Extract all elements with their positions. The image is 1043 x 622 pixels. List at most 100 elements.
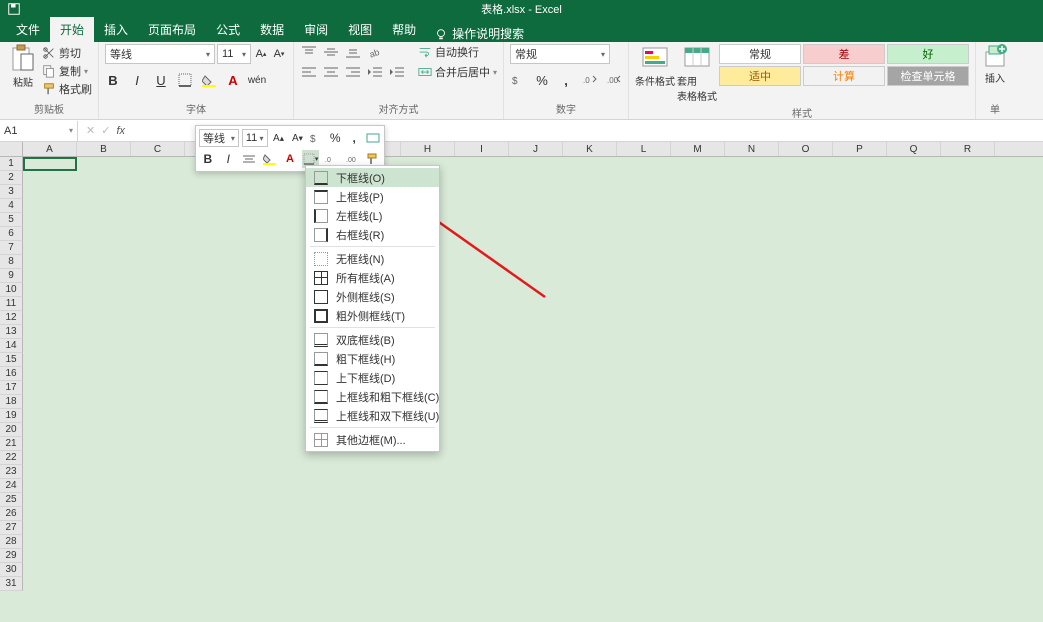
menu-top-double-bottom[interactable]: 上框线和双下框线(U) [306, 406, 439, 425]
col-header-P[interactable]: P [833, 142, 887, 156]
menu-double-bottom[interactable]: 双底框线(B) [306, 330, 439, 349]
orientation-button[interactable]: ab [366, 44, 384, 60]
align-left-button[interactable] [300, 64, 318, 80]
row-header[interactable]: 12 [0, 311, 23, 325]
conditional-format-button[interactable]: 条件格式 [635, 44, 675, 88]
menu-thick-bottom[interactable]: 粗下框线(H) [306, 349, 439, 368]
bold-button[interactable]: B [105, 72, 121, 88]
decrease-decimals-button[interactable]: .00 [606, 72, 622, 88]
row-header[interactable]: 29 [0, 549, 23, 563]
row-header[interactable]: 27 [0, 521, 23, 535]
fill-color-button[interactable] [201, 72, 217, 88]
row-header[interactable]: 20 [0, 423, 23, 437]
currency-button[interactable]: $ [510, 72, 526, 88]
comma-button[interactable]: , [558, 72, 574, 88]
name-box[interactable]: A1▾ [0, 121, 78, 141]
copy-button[interactable]: 复制▾ [42, 62, 92, 80]
mini-size-combo[interactable]: 11▾ [242, 129, 268, 147]
row-header[interactable]: 21 [0, 437, 23, 451]
tab-layout[interactable]: 页面布局 [138, 17, 206, 42]
row-header[interactable]: 4 [0, 199, 23, 213]
tab-review[interactable]: 审阅 [294, 17, 338, 42]
style-check[interactable]: 检查单元格 [887, 66, 969, 86]
style-calc[interactable]: 计算 [803, 66, 885, 86]
underline-button[interactable]: U [153, 72, 169, 88]
col-header-I[interactable]: I [455, 142, 509, 156]
select-all-corner[interactable] [0, 142, 23, 156]
align-right-button[interactable] [344, 64, 362, 80]
increase-font-button[interactable]: A▴ [253, 46, 269, 62]
row-header[interactable]: 5 [0, 213, 23, 227]
row-header[interactable]: 15 [0, 353, 23, 367]
menu-top-border[interactable]: 上框线(P) [306, 187, 439, 206]
decrease-indent-button[interactable] [366, 64, 384, 80]
col-header-J[interactable]: J [509, 142, 563, 156]
tab-home[interactable]: 开始 [50, 17, 94, 42]
font-size-combo[interactable]: 11▾ [217, 44, 251, 64]
menu-outside-borders[interactable]: 外侧框线(S) [306, 287, 439, 306]
mini-font-color-button[interactable]: A [281, 150, 299, 168]
menu-thick-outside[interactable]: 粗外侧框线(T) [306, 306, 439, 325]
col-header-O[interactable]: O [779, 142, 833, 156]
mini-fill-button[interactable] [261, 150, 279, 168]
style-good[interactable]: 好 [887, 44, 969, 64]
col-header-B[interactable]: B [77, 142, 131, 156]
col-header-A[interactable]: A [23, 142, 77, 156]
decrease-font-button[interactable]: A▾ [271, 46, 287, 62]
menu-bottom-border[interactable]: 下框线(O) [306, 168, 439, 187]
mini-percent-button[interactable]: % [327, 129, 343, 147]
border-button[interactable] [177, 72, 193, 88]
row-header[interactable]: 10 [0, 283, 23, 297]
wrap-text-button[interactable]: 自动换行 [418, 44, 497, 60]
number-format-combo[interactable]: 常规▾ [510, 44, 610, 64]
style-neutral[interactable]: 适中 [719, 66, 801, 86]
row-header[interactable]: 8 [0, 255, 23, 269]
mini-font-combo[interactable]: 等线▾ [199, 129, 239, 147]
menu-more-borders[interactable]: 其他边框(M)... [306, 430, 439, 449]
merge-center-button[interactable]: 合并后居中▾ [418, 64, 497, 80]
menu-all-borders[interactable]: 所有框线(A) [306, 268, 439, 287]
mini-currency-button[interactable]: $ [308, 129, 324, 147]
align-middle-button[interactable] [322, 44, 340, 60]
paste-button[interactable]: 粘贴 [6, 44, 40, 89]
format-painter-button[interactable]: 格式刷 [42, 80, 92, 98]
style-bad[interactable]: 差 [803, 44, 885, 64]
row-header[interactable]: 26 [0, 507, 23, 521]
menu-no-border[interactable]: 无框线(N) [306, 249, 439, 268]
col-header-L[interactable]: L [617, 142, 671, 156]
increase-decimals-button[interactable]: .0 [582, 72, 598, 88]
row-header[interactable]: 23 [0, 465, 23, 479]
col-header-Q[interactable]: Q [887, 142, 941, 156]
row-header[interactable]: 24 [0, 479, 23, 493]
align-top-button[interactable] [300, 44, 318, 60]
tab-formulas[interactable]: 公式 [206, 17, 250, 42]
row-header[interactable]: 7 [0, 241, 23, 255]
menu-left-border[interactable]: 左框线(L) [306, 206, 439, 225]
row-header[interactable]: 9 [0, 269, 23, 283]
mini-dec-font-button[interactable]: A▾ [289, 129, 305, 147]
row-header[interactable]: 30 [0, 563, 23, 577]
row-header[interactable]: 11 [0, 297, 23, 311]
phonetic-button[interactable]: wén [249, 72, 265, 88]
mini-bold-button[interactable]: B [199, 150, 217, 168]
style-normal[interactable]: 常规 [719, 44, 801, 64]
spreadsheet-grid[interactable]: 1234567891011121314151617181920212223242… [0, 157, 1043, 591]
row-header[interactable]: 1 [0, 157, 23, 171]
tell-me-search[interactable]: 操作说明搜索 [434, 25, 524, 42]
row-header[interactable]: 28 [0, 535, 23, 549]
row-header[interactable]: 17 [0, 381, 23, 395]
col-header-K[interactable]: K [563, 142, 617, 156]
tab-data[interactable]: 数据 [250, 17, 294, 42]
cut-button[interactable]: 剪切 [42, 44, 92, 62]
menu-right-border[interactable]: 右框线(R) [306, 225, 439, 244]
row-header[interactable]: 22 [0, 451, 23, 465]
col-header-R[interactable]: R [941, 142, 995, 156]
menu-top-thick-bottom[interactable]: 上框线和粗下框线(C) [306, 387, 439, 406]
row-header[interactable]: 6 [0, 227, 23, 241]
row-header[interactable]: 13 [0, 325, 23, 339]
font-name-combo[interactable]: 等线▾ [105, 44, 215, 64]
italic-button[interactable]: I [129, 72, 145, 88]
col-header-M[interactable]: M [671, 142, 725, 156]
row-header[interactable]: 16 [0, 367, 23, 381]
row-header[interactable]: 14 [0, 339, 23, 353]
